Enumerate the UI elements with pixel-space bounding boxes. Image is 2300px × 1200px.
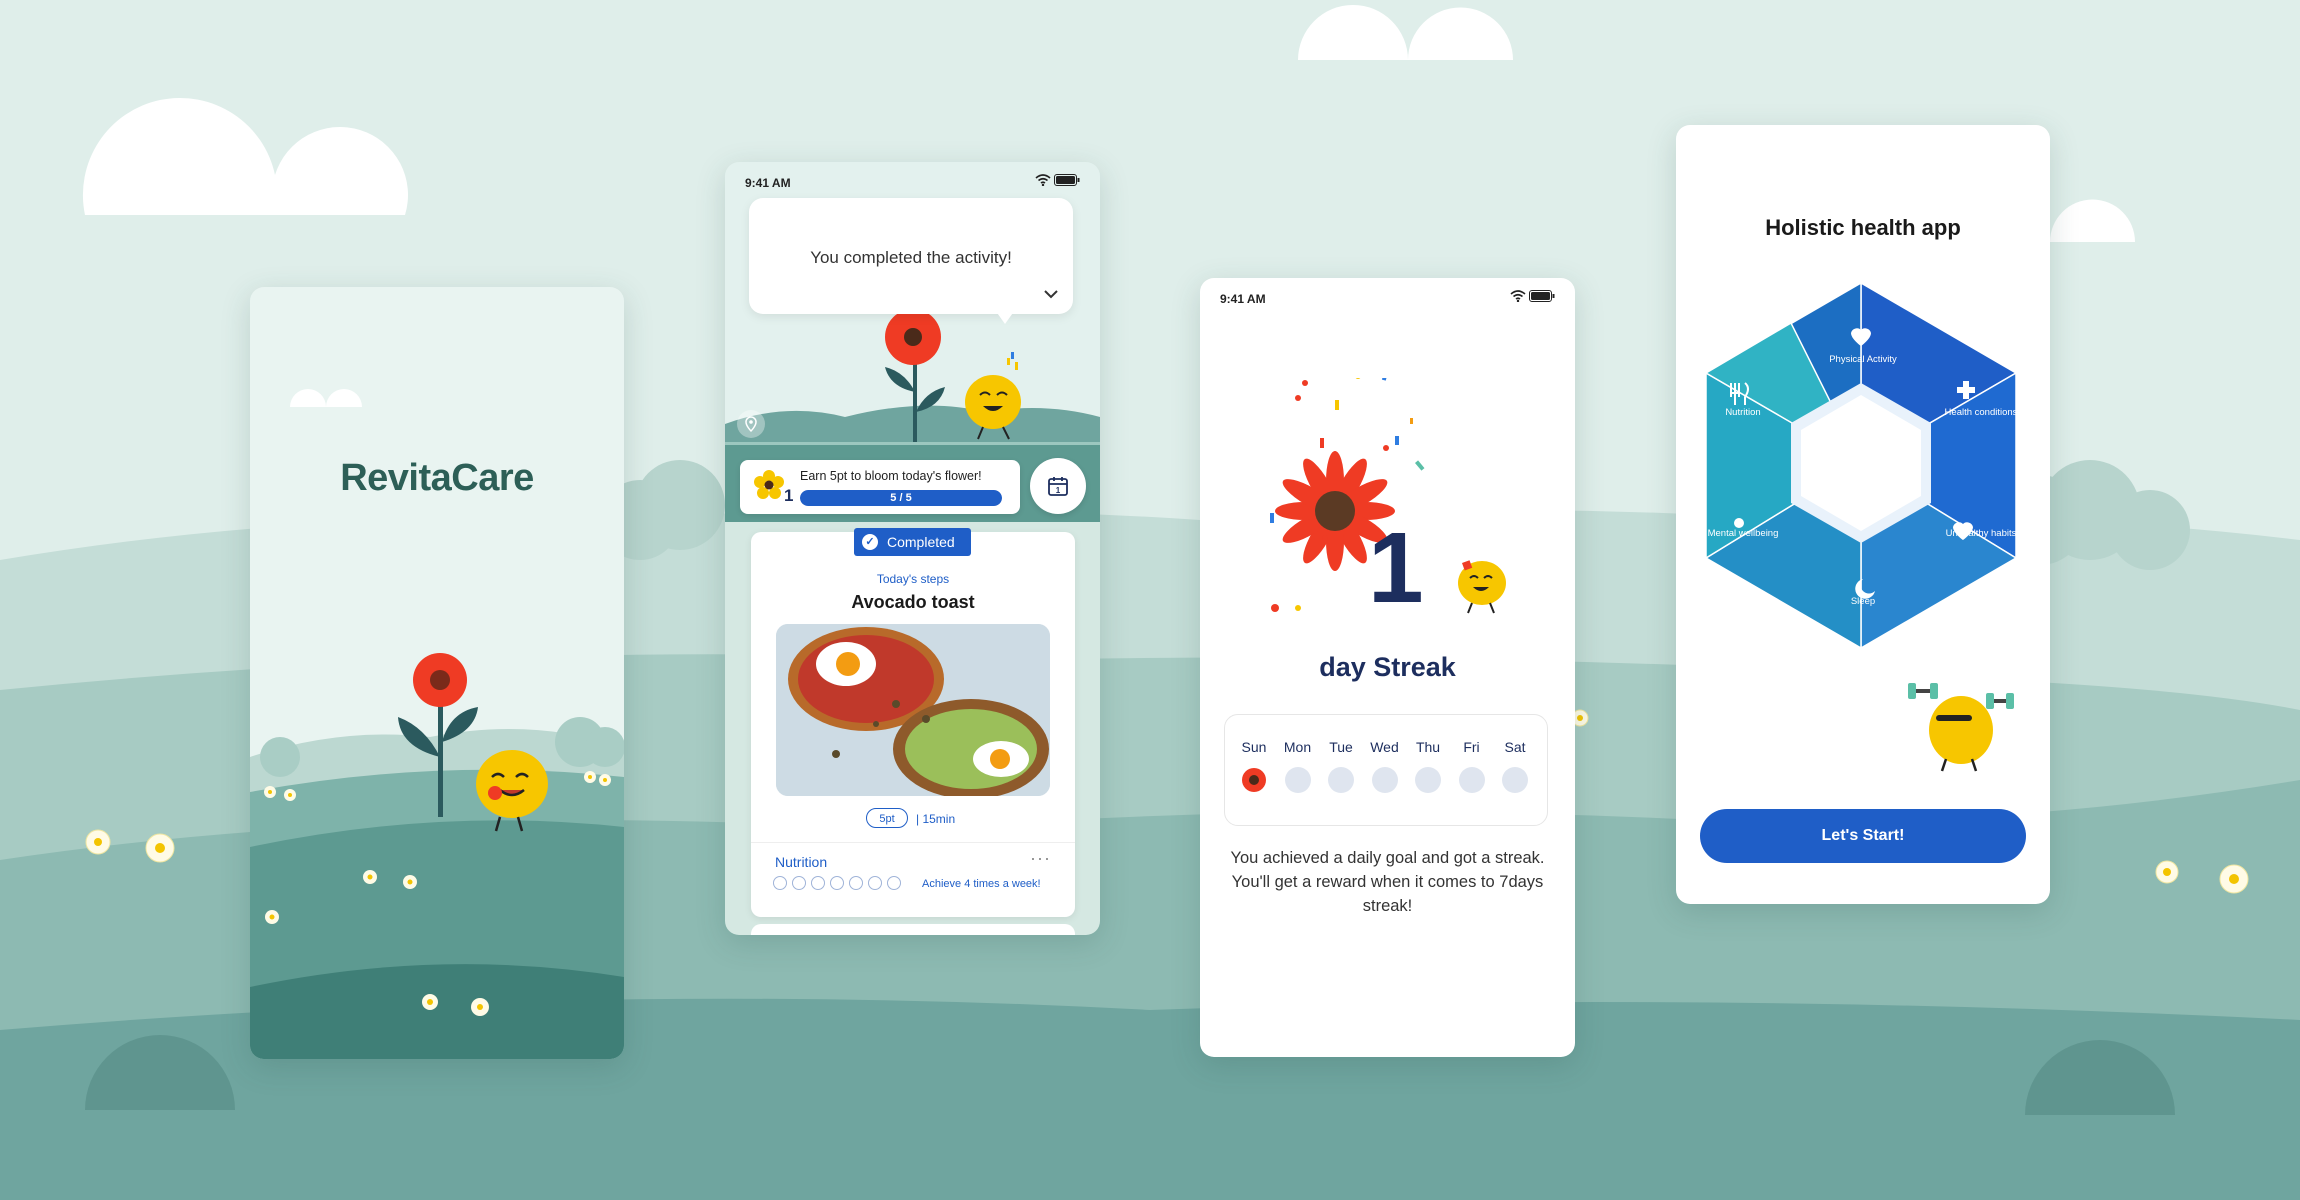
day-column: Sat (1495, 739, 1535, 793)
day-dot (1415, 767, 1441, 793)
category-label: Nutrition (775, 854, 828, 870)
splash-illustration (250, 389, 624, 1059)
goal-circle (830, 876, 844, 890)
lets-start-button[interactable]: Let's Start! (1700, 809, 2026, 863)
goal-circle (811, 876, 825, 890)
day-column: Wed (1365, 739, 1405, 793)
completed-badge: ✓ Completed (854, 528, 971, 556)
calendar-icon: 1 (1048, 477, 1068, 496)
battery-icon (1054, 174, 1080, 186)
day-name: Sat (1504, 739, 1526, 755)
checkmark-icon: ✓ (862, 534, 878, 550)
red-flower-icon (1241, 767, 1267, 793)
card-title: Avocado toast (851, 592, 975, 612)
day-name: Fri (1463, 739, 1480, 755)
activity-screen: 9:41 AM You completed the activity! 1 Ea… (725, 162, 1100, 935)
app-logo-wordmark: RevitaCare (340, 457, 534, 499)
weekly-goal-circles (773, 876, 906, 895)
day-name: Wed (1370, 739, 1399, 755)
goal-circle (887, 876, 901, 890)
day-column: Mon (1278, 739, 1318, 793)
day-dot (1458, 767, 1485, 793)
goal-circle (792, 876, 806, 890)
wifi-icon (1510, 290, 1526, 303)
divider (751, 842, 1075, 843)
day-name: Mon (1283, 739, 1312, 755)
completion-message: You completed the activity! (810, 248, 1012, 267)
card-subtitle: Today's steps (876, 572, 950, 586)
goal-circle (868, 876, 882, 890)
day-column: Sun (1234, 739, 1274, 793)
segment-label: Sleep (1850, 596, 1876, 607)
points-pill: 5pt (866, 808, 908, 828)
streak-message: You achieved a daily goal and got a stre… (1230, 849, 1545, 915)
daily-progress-card: 1 Earn 5pt to bloom today's flower! 5 / … (740, 460, 1020, 514)
segment-label: Health conditions (1944, 407, 2018, 418)
streak-screen: 9:41 AM 1 day Streak Sun Mon Tue Wed Thu… (1200, 278, 1575, 1057)
goal-circle (773, 876, 787, 890)
more-options-icon[interactable]: ··· (1030, 848, 1051, 869)
splash-screen: RevitaCare (250, 287, 624, 1059)
holistic-screen: Holistic health app Physical Activity He… (1676, 125, 2050, 904)
chevron-down-icon[interactable] (1043, 286, 1059, 304)
day-column: Tue (1321, 739, 1361, 793)
duration-text: | 15min (916, 812, 956, 826)
progress-bar-label: 5 / 5 (890, 492, 912, 504)
completion-speech-bubble[interactable]: You completed the activity! (749, 198, 1073, 314)
day-name: Sun (1241, 739, 1267, 755)
progress-instruction: Earn 5pt to bloom today's flower! (800, 469, 982, 483)
location-pin-icon[interactable] (737, 410, 765, 438)
calendar-button[interactable]: 1 (1030, 458, 1086, 514)
streak-label: day Streak (1319, 652, 1456, 682)
next-activity-card[interactable] (751, 924, 1075, 935)
status-time: 9:41 AM (745, 176, 791, 190)
segment-label: Mental wellbeing (1707, 528, 1779, 539)
sun-icon (1734, 518, 1744, 528)
page-title: Holistic health app (1765, 215, 1961, 240)
day-dot (1328, 767, 1354, 793)
day-dot (1371, 767, 1398, 793)
segment-label: Unhealthy habits (1945, 528, 2017, 539)
bloom-count: 1 (784, 486, 794, 505)
mascot-dumbbells-illustration (1908, 683, 2014, 772)
goal-circle (849, 876, 863, 890)
wifi-icon (1035, 174, 1051, 187)
avocado-toast-photo (776, 624, 1050, 796)
week-tracker: Sun Mon Tue Wed Thu Fri Sat (1224, 714, 1548, 826)
day-dot (1502, 767, 1528, 793)
status-bar: 9:41 AM (1220, 288, 1555, 308)
day-name: Tue (1329, 739, 1353, 755)
svg-text:1: 1 (1056, 486, 1061, 495)
streak-number: 1 (1368, 512, 1424, 624)
segment-label: Physical Activity (1829, 354, 1897, 365)
day-column: Thu (1408, 739, 1448, 793)
day-column: Fri (1452, 739, 1492, 793)
yellow-flower-icon (754, 470, 784, 499)
status-bar: 9:41 AM (745, 172, 1080, 192)
day-name: Thu (1415, 739, 1441, 755)
status-time: 9:41 AM (1220, 292, 1266, 306)
segment-label: Nutrition (1725, 407, 1761, 418)
activity-card[interactable]: ✓ Completed Today's steps Avocado toast … (751, 528, 1075, 917)
battery-icon (1529, 290, 1555, 302)
bubble-tail (995, 310, 1015, 324)
goal-text: Achieve 4 times a week! (922, 878, 1041, 890)
day-dot (1284, 767, 1311, 793)
